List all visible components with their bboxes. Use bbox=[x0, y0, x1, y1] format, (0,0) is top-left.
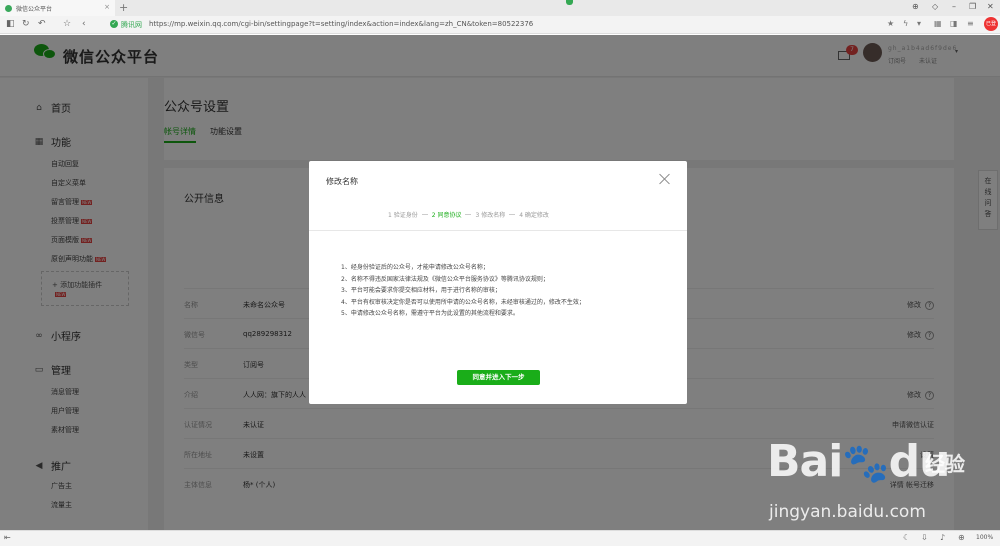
step-verify-identity: 1 验证身份 bbox=[388, 212, 418, 219]
terms-list: 1、经身份验证后的公众号，才能申请修改公众号名称； 2、名称不得违反国家法律法规… bbox=[341, 262, 585, 320]
terms-item: 1、经身份验证后的公众号，才能申请修改公众号名称； bbox=[341, 264, 489, 271]
address-bar[interactable]: https://mp.weixin.qq.com/cgi-bin/setting… bbox=[149, 20, 533, 28]
step-separator bbox=[509, 214, 516, 215]
minimize-icon[interactable]: – bbox=[952, 2, 956, 11]
zoom-icon[interactable]: ⊕ bbox=[958, 533, 965, 542]
night-mode-icon[interactable]: ☾ bbox=[903, 533, 910, 542]
watermark-sub: 经验 bbox=[925, 452, 965, 476]
notification-badge-icon bbox=[566, 0, 573, 5]
tab-close-icon[interactable]: × bbox=[104, 3, 110, 11]
close-window-icon[interactable]: ✕ bbox=[987, 2, 994, 11]
step-agree-terms: 2 同意协议 bbox=[431, 212, 462, 219]
divider bbox=[309, 230, 687, 231]
step-separator bbox=[465, 214, 472, 215]
browser-toolbar: ◧ ↻ ↶ ☆ ‹ ✓ 腾讯网 https://mp.weixin.qq.com… bbox=[0, 16, 1000, 41]
secure-check-icon: ✓ bbox=[110, 20, 118, 28]
agree-next-button[interactable]: 同意并进入下一步 bbox=[457, 370, 540, 385]
undo-icon[interactable]: ↶ bbox=[38, 19, 46, 29]
back-arrow-icon[interactable]: ‹ bbox=[82, 19, 86, 29]
wechat-favicon-icon bbox=[5, 4, 12, 12]
dialog-title: 修改名称 bbox=[326, 177, 358, 186]
close-icon[interactable] bbox=[658, 172, 672, 186]
audio-icon[interactable]: ♪ bbox=[940, 533, 945, 542]
browser-statusbar: ⇤ ☾ ⇩ ♪ ⊕ 100% bbox=[0, 530, 1000, 546]
restore-icon[interactable]: ❐ bbox=[969, 2, 976, 11]
tab-title: 微信公众平台 bbox=[16, 5, 53, 13]
zoom-level[interactable]: 100% bbox=[976, 534, 993, 541]
shield-icon[interactable]: ◇ bbox=[932, 2, 938, 11]
back-history-icon[interactable]: ◧ bbox=[6, 19, 15, 29]
terms-item: 3、平台可能会要求你提交相应材料，用于进行名称的审核； bbox=[341, 287, 501, 294]
sidebar-toggle-icon[interactable]: ⇤ bbox=[4, 533, 11, 542]
refresh-icon[interactable]: ↻ bbox=[22, 19, 30, 29]
watermark-brand: Bai🐾du bbox=[767, 436, 950, 487]
terms-item: 5、申请修改公众号名称，需遵守平台为此设置的其他流程和要求。 bbox=[341, 310, 519, 317]
pin-icon[interactable]: ⊕ bbox=[912, 2, 919, 11]
favorite-star-icon[interactable]: ☆ bbox=[63, 19, 71, 29]
watermark-url: jingyan.baidu.com bbox=[769, 502, 926, 522]
terms-item: 2、名称不得违反国家法律法规及《微信公众平台服务协议》等腾讯协议规则； bbox=[341, 275, 549, 283]
lightning-icon[interactable]: ϟ bbox=[903, 19, 908, 28]
rename-dialog: 修改名称 1 验证身份 2 同意协议 3 修改名称 4 确定修改 1、经身份验证… bbox=[309, 161, 687, 404]
extension-icon[interactable]: ◨ bbox=[950, 19, 958, 28]
site-label: 腾讯网 bbox=[121, 21, 142, 29]
step-change-name: 3 修改名称 bbox=[475, 212, 506, 219]
terms-item: 4、平台有权审核决定你是否可以使用所申请的公众号名称，未经审核通过的，修改不生效… bbox=[341, 298, 585, 306]
profile-avatar[interactable]: 已登录 bbox=[984, 17, 998, 41]
bookmark-star-icon[interactable]: ★ bbox=[887, 19, 894, 28]
browser-tab[interactable]: 微信公众平台 × bbox=[0, 0, 115, 16]
step-indicator: 1 验证身份 2 同意协议 3 修改名称 4 确定修改 bbox=[388, 210, 553, 219]
dropdown-icon[interactable]: ▾ bbox=[917, 19, 921, 28]
step-separator bbox=[421, 214, 428, 215]
baidu-watermark: Bai🐾du 经验 jingyan.baidu.com bbox=[767, 436, 997, 528]
grid-icon[interactable]: ▦ bbox=[934, 19, 942, 28]
step-confirm: 4 确定修改 bbox=[519, 212, 549, 219]
browser-tabbar: 微信公众平台 × + ⊕ ◇ – ❐ ✕ bbox=[0, 0, 1000, 16]
new-tab-button[interactable]: + bbox=[119, 1, 128, 14]
menu-icon[interactable]: ≡ bbox=[967, 19, 974, 28]
download-icon[interactable]: ⇩ bbox=[921, 533, 928, 542]
